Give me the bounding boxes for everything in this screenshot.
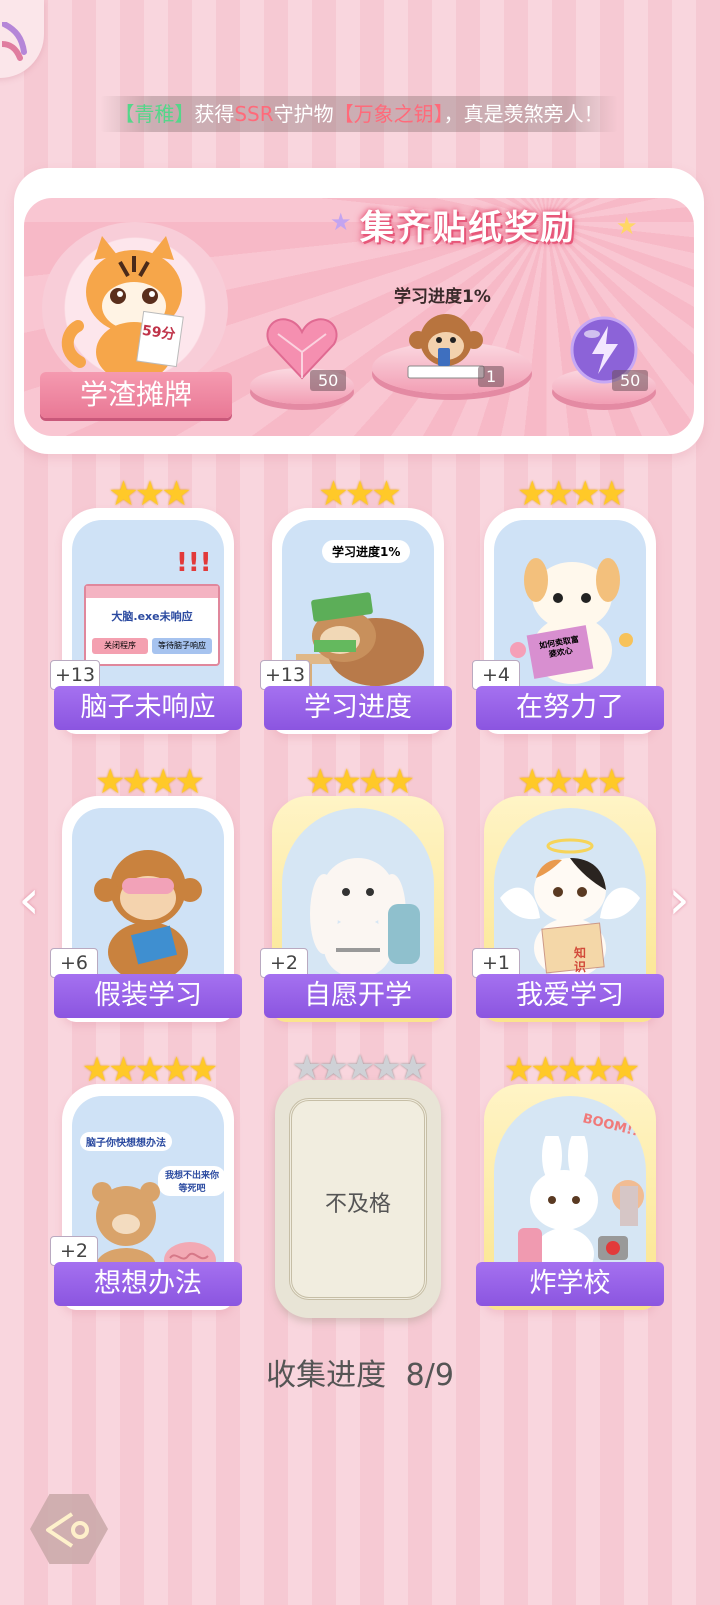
back-button[interactable] xyxy=(30,1494,108,1564)
card-bubble: 学习进度1% xyxy=(322,540,411,563)
ticker-text-2: 守护物 xyxy=(273,102,334,126)
card-name: 自愿开学 xyxy=(264,974,452,1018)
card-name: 想想办法 xyxy=(54,1262,242,1306)
sticker-card-failing-locked[interactable]: ★★★★★ 不及格 xyxy=(275,1048,441,1318)
collect-value: 8/9 xyxy=(405,1358,454,1393)
next-page-button[interactable]: › xyxy=(662,870,696,930)
bunny-icon xyxy=(310,858,420,978)
reward-count-2: 1 xyxy=(478,366,505,387)
monkey-icon xyxy=(94,850,202,982)
card-name: 假装学习 xyxy=(54,974,242,1018)
close-program-text: 关闭程序 xyxy=(92,638,148,654)
ticker-item: 【万象之钥】 xyxy=(333,102,444,126)
card-stars: ★★★★ xyxy=(305,762,415,802)
chevron-right-icon: › xyxy=(668,868,690,931)
puppy-icon xyxy=(510,558,633,684)
card-name: 炸学校 xyxy=(476,1262,664,1306)
sticker-card-blow-up-school[interactable]: ★★★★★ BOOM!! 炸学校 xyxy=(476,1050,664,1310)
sticker-card-trying-hard[interactable]: ★★★★ 如何卖取富婆欢心 +4 在努力了 xyxy=(472,474,664,734)
title-ribbon: 学渣摊牌 xyxy=(40,372,232,418)
card-stars: ★★★★★ xyxy=(503,1050,640,1090)
prev-page-button[interactable]: ‹ xyxy=(12,870,46,930)
card-name: 在努力了 xyxy=(476,686,664,730)
card-popup-text: 大脑.exe未响应 xyxy=(111,610,193,623)
card-book-text: 知识 xyxy=(574,946,587,974)
card-bubble-1: 脑子你快想想办法 xyxy=(80,1132,172,1151)
card-stars: ★★★★★ xyxy=(291,1048,428,1088)
card-name: 学习进度 xyxy=(264,686,452,730)
card-stars: ★★★★ xyxy=(517,474,627,514)
sticker-card-voluntary-school[interactable]: ★★★★ +2 自愿开学 xyxy=(260,762,452,1022)
reward-count-3: 50 xyxy=(612,370,649,391)
banner-title: 集齐贴纸奖励 xyxy=(360,208,576,248)
exclaim-icon: !!! xyxy=(176,548,212,578)
back-arrow-icon xyxy=(46,1512,89,1548)
chevron-left-icon: ‹ xyxy=(18,868,40,931)
menu-corner-button[interactable] xyxy=(0,0,44,78)
sticker-card-brain-not-responding[interactable]: ★★★ !!! 大脑.exe未响应 关闭程序 等待脑子响应 +13 脑子未响应 xyxy=(50,474,242,734)
collect-progress: 收集进度 8/9 xyxy=(0,1350,720,1394)
card-stars: ★★★★ xyxy=(95,762,205,802)
ticker-player: 【青稚】 xyxy=(114,102,195,126)
purple-star-icon: ★ xyxy=(330,208,352,236)
ticker-text-3: ，真是羡煞旁人！ xyxy=(443,102,604,126)
collect-label: 收集进度 xyxy=(266,1358,387,1393)
card-name: 脑子未响应 xyxy=(54,686,242,730)
petal-menu-icon xyxy=(2,22,27,61)
tiger-portrait[interactable]: 59分 xyxy=(42,222,228,394)
ticker-rarity: SSR xyxy=(234,102,274,126)
card-stars: ★★★ xyxy=(108,474,191,514)
sticker-card-love-study[interactable]: ★★★★ 知识 +1 我爱学习 xyxy=(472,762,664,1022)
card-stars: ★★★★★ xyxy=(81,1050,218,1090)
sticker-card-study-progress[interactable]: ★★★ 学习进度1% +13 学习进度 xyxy=(260,474,452,734)
sticker-card-pretend-study[interactable]: ★★★★ +6 假装学习 xyxy=(50,762,242,1022)
wait-brain-text: 等待脑子响应 xyxy=(152,638,212,654)
sticker-card-think-way[interactable]: ★★★★★ 脑子你快想想办法 我想不出来你等死吧 +2 想想办法 xyxy=(50,1050,242,1310)
card-stars: ★★★★ xyxy=(517,762,627,802)
card-name: 我爱学习 xyxy=(476,974,664,1018)
tiger-icon xyxy=(61,236,184,382)
reward-count-1: 50 xyxy=(310,370,347,391)
card-name: 不及格 xyxy=(324,1192,391,1217)
ticker-text-1: 获得 xyxy=(194,102,235,126)
announcement-ticker: 【青稚】获得SSR守护物【万象之钥】，真是羡煞旁人！ xyxy=(100,96,618,132)
card-stars: ★★★ xyxy=(318,474,401,514)
